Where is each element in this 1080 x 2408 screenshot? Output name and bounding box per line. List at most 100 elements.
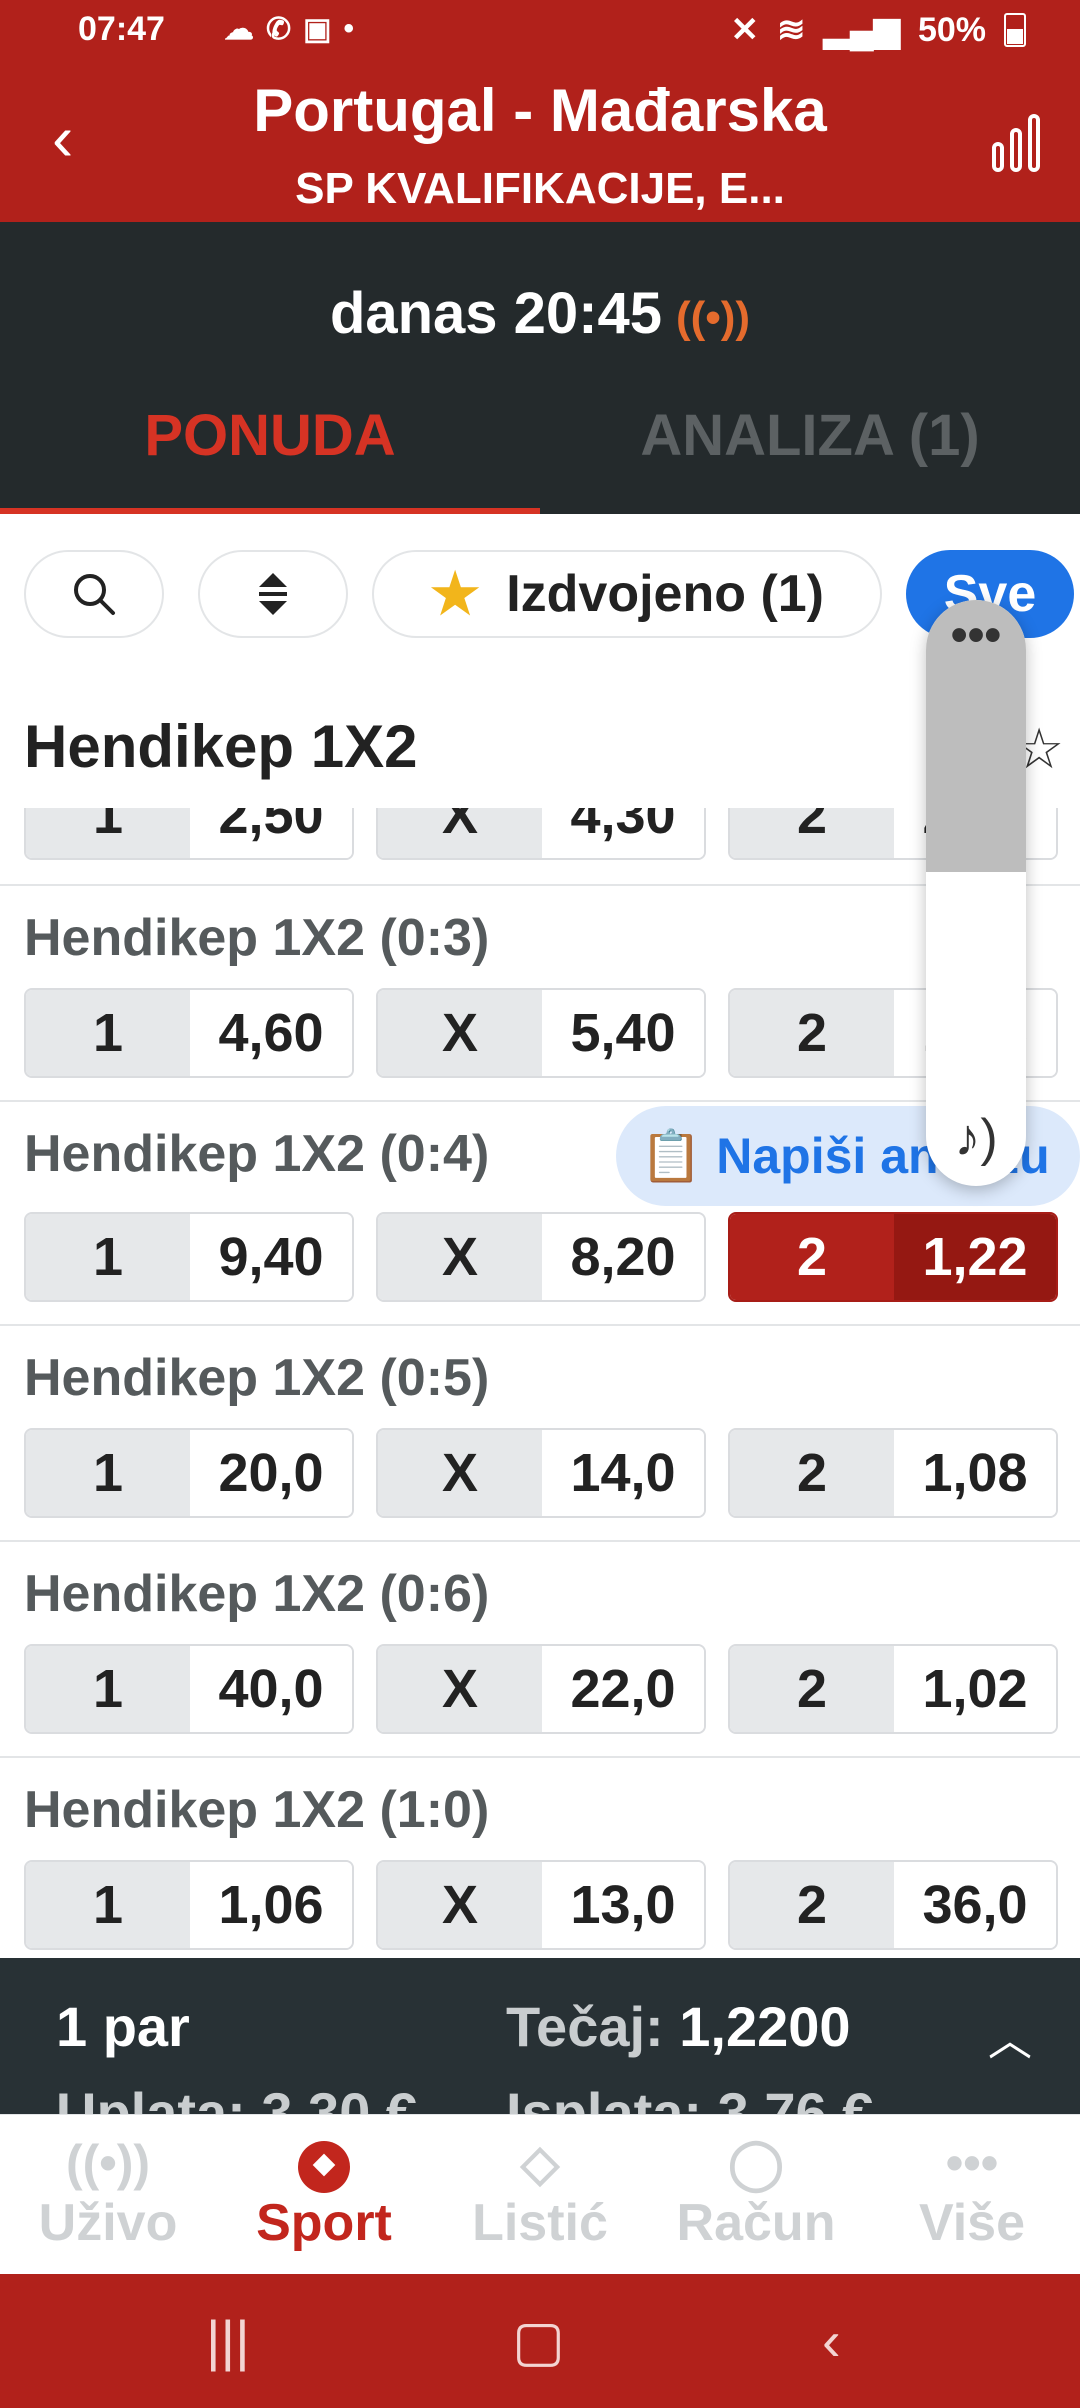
odd-value: 1,06 xyxy=(190,1862,352,1948)
odd-value: 40,0 xyxy=(190,1646,352,1732)
star-icon: ★ xyxy=(430,562,481,625)
nav-account[interactable]: ◯ Račun xyxy=(648,2133,864,2253)
live-broadcast-icon: ((•)) xyxy=(676,292,751,342)
market-label: Hendikep 1X2 (0:6) xyxy=(24,1565,490,1623)
odd-key: 2 xyxy=(730,1862,894,1948)
betslip-pairs: 1 par xyxy=(56,1995,190,2058)
odd-button[interactable]: 2 1,02 xyxy=(728,1644,1058,1734)
more-dots-icon[interactable]: ••• xyxy=(926,608,1026,663)
betslip-stake: Uplata: 3,30 € xyxy=(56,2081,418,2114)
system-icons: ✕ ≋ ▂▄▆ 50% xyxy=(731,10,1026,50)
market-row: Hendikep 1X2 (0:6) 1 40,0 X 22,0 2 1,02 xyxy=(0,1540,1080,1758)
odd-value: 1,08 xyxy=(894,1430,1056,1516)
market-row: Hendikep 1X2 (0:5) 1 20,0 X 14,0 2 1,08 xyxy=(0,1324,1080,1542)
featured-label: Izdvojeno (1) xyxy=(506,565,824,623)
odd-key: 2 xyxy=(730,990,894,1076)
odd-key: 2 xyxy=(730,1646,894,1732)
sound-icon[interactable]: ♪) xyxy=(926,1108,1026,1168)
odd-value: 20,0 xyxy=(190,1430,352,1516)
competition-subtitle: SP KVALIFIKACIJE, E... xyxy=(295,164,785,213)
odd-value: 5,40 xyxy=(542,990,704,1076)
odd-value: 1,02 xyxy=(894,1646,1056,1732)
odd-button[interactable]: 1 20,0 xyxy=(24,1428,354,1518)
odd-button[interactable]: 1 9,40 xyxy=(24,1212,354,1302)
match-time-text: danas 20:45 xyxy=(329,281,663,346)
odd-key: 2 xyxy=(730,808,894,858)
rate-value: 1,2200 xyxy=(679,1995,851,2058)
odd-key: X xyxy=(378,990,542,1076)
filter-bar: ★ Izdvojeno (1) Sve xyxy=(0,514,1080,664)
odd-button[interactable]: 1 40,0 xyxy=(24,1644,354,1734)
odd-key: X xyxy=(378,1646,542,1732)
home-icon[interactable]: ▢ xyxy=(512,2308,565,2374)
betslip-rate: Tečaj: 1,2200 xyxy=(506,1994,851,2059)
nav-ticket[interactable]: ◇ Listić xyxy=(432,2133,648,2253)
market-label: Hendikep 1X2 (1:0) xyxy=(24,1781,490,1839)
live-icon: ((•)) xyxy=(65,2135,151,2191)
market-row: Hendikep 1X2 (0:3) 14,60 X5,40 21,45 xyxy=(0,884,1080,1102)
odd-button[interactable]: X 14,0 xyxy=(376,1428,706,1518)
odd-button[interactable]: 1 1,06 xyxy=(24,1860,354,1950)
betslip-bar[interactable]: 1 par Tečaj: 1,2200 Uplata: 3,30 € Ispla… xyxy=(0,1958,1080,2114)
featured-filter-chip[interactable]: ★ Izdvojeno (1) xyxy=(372,550,882,638)
chevron-up-icon[interactable]: ︿ xyxy=(988,2004,1032,2068)
sort-icon xyxy=(259,573,287,615)
mute-icon: ✕ xyxy=(730,11,760,49)
odd-key: 2 xyxy=(730,1214,894,1300)
tab-analiza[interactable]: ANALIZA (1) xyxy=(540,402,1080,469)
nav-label: Više xyxy=(918,2194,1026,2252)
odd-button[interactable]: X 5,40 xyxy=(376,988,706,1078)
odd-key: 1 xyxy=(26,990,190,1076)
odd-button[interactable]: X 4,30 xyxy=(376,808,706,860)
odd-key: 1 xyxy=(26,1862,190,1948)
ticket-icon: ◇ xyxy=(520,2135,560,2191)
status-bar: 07:47 ☁ ✆ ▣ • ✕ ≋ ▂▄▆ 50% xyxy=(0,0,1080,64)
sort-button[interactable] xyxy=(198,550,348,638)
market-row: Hendikep 1X2 (1:0) 1 1,06 X 13,0 2 36,0 xyxy=(0,1756,1080,1960)
signal-icon: ▂▄▆ xyxy=(823,11,900,49)
search-button[interactable] xyxy=(24,550,164,638)
odd-key: X xyxy=(378,1214,542,1300)
football-icon-wrap xyxy=(216,2133,432,2193)
odd-button[interactable]: 2 36,0 xyxy=(728,1860,1058,1950)
odd-key: 2 xyxy=(730,1430,894,1516)
odd-key: 1 xyxy=(26,1646,190,1732)
betslip-payout: Isplata: 3,76 € xyxy=(506,2081,874,2114)
market-label: Hendikep 1X2 (0:4) xyxy=(24,1125,490,1183)
football-icon xyxy=(298,2140,350,2193)
nav-label: Uživo xyxy=(38,2194,178,2252)
odd-value: 4,60 xyxy=(190,990,352,1076)
odd-button[interactable]: 1 2,50 xyxy=(24,808,354,860)
notification-icons: ☁ ✆ ▣ • xyxy=(224,12,354,47)
clipboard-icon: 📋 xyxy=(640,1127,703,1184)
nav-more[interactable]: ••• Više xyxy=(864,2133,1080,2253)
stats-icon[interactable] xyxy=(992,112,1040,172)
nav-live[interactable]: ((•)) Uživo xyxy=(0,2133,216,2253)
odd-button[interactable]: 1 4,60 xyxy=(24,988,354,1078)
match-title: Portugal - Mađarska xyxy=(253,77,827,144)
battery-percent: 50% xyxy=(917,10,986,49)
battery-icon xyxy=(1004,13,1026,47)
odd-button[interactable]: X 22,0 xyxy=(376,1644,706,1734)
odd-button-selected[interactable]: 2 1,22 xyxy=(728,1212,1058,1302)
system-back-icon[interactable]: ‹ xyxy=(822,2308,841,2373)
odd-key: X xyxy=(378,1430,542,1516)
odd-value: 8,20 xyxy=(542,1214,704,1300)
recent-apps-icon[interactable]: ||| xyxy=(206,2308,250,2373)
market-label: Hendikep 1X2 (0:5) xyxy=(24,1349,490,1407)
nav-sport[interactable]: Sport xyxy=(216,2133,432,2253)
whatsapp-icon: ✆ xyxy=(266,13,292,46)
odd-key: X xyxy=(378,808,542,858)
match-time: danas 20:45 ((•)) xyxy=(0,280,1080,347)
odd-button[interactable]: X 8,20 xyxy=(376,1212,706,1302)
odd-key: X xyxy=(378,1862,542,1948)
floating-media-widget[interactable]: ••• ♪) xyxy=(926,600,1026,1186)
nav-label: Sport xyxy=(256,2194,392,2252)
cloud-icon: ☁ xyxy=(224,13,254,46)
odd-button[interactable]: X 13,0 xyxy=(376,1860,706,1950)
bottom-navigation: ((•)) Uživo Sport ◇ Listić ◯ Račun ••• V… xyxy=(0,2114,1080,2275)
tab-ponuda[interactable]: PONUDA xyxy=(0,402,540,469)
odd-button[interactable]: 2 1,08 xyxy=(728,1428,1058,1518)
odd-value: 22,0 xyxy=(542,1646,704,1732)
gallery-icon: ▣ xyxy=(303,13,332,46)
